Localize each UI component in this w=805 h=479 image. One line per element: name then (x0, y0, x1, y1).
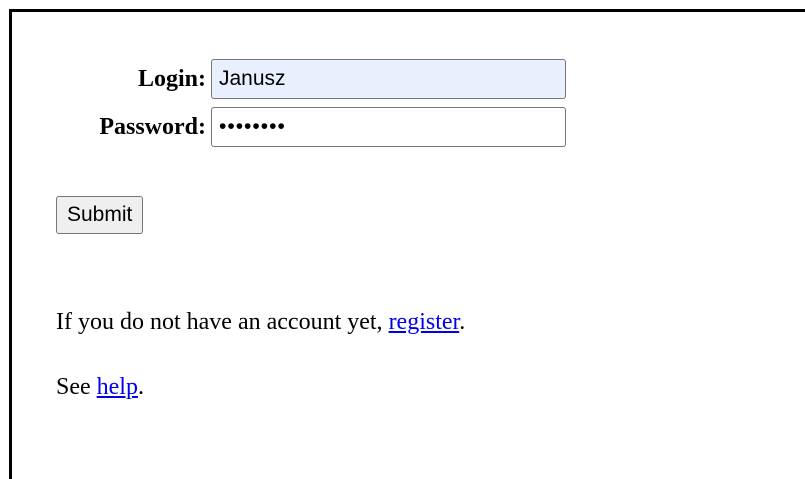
login-row: Login: (56, 59, 566, 99)
login-input[interactable] (211, 59, 566, 99)
login-label: Login: (137, 65, 206, 92)
register-link[interactable]: register (389, 309, 460, 335)
page-frame: Login: Password: Submit If you do not ha… (9, 9, 805, 479)
register-paragraph: If you do not have an account yet, regis… (56, 309, 465, 336)
help-text-before: See (56, 374, 97, 400)
login-form: Login: Password: (56, 59, 566, 147)
submit-button[interactable]: Submit (56, 196, 144, 234)
password-input[interactable] (211, 107, 566, 147)
help-link[interactable]: help (97, 374, 138, 400)
help-text-after: . (137, 374, 144, 400)
register-text-after: . (459, 309, 466, 335)
help-paragraph: See help. (56, 374, 144, 401)
password-label: Password: (99, 113, 206, 140)
password-row: Password: (56, 107, 566, 147)
register-text-before: If you do not have an account yet, (56, 309, 389, 335)
